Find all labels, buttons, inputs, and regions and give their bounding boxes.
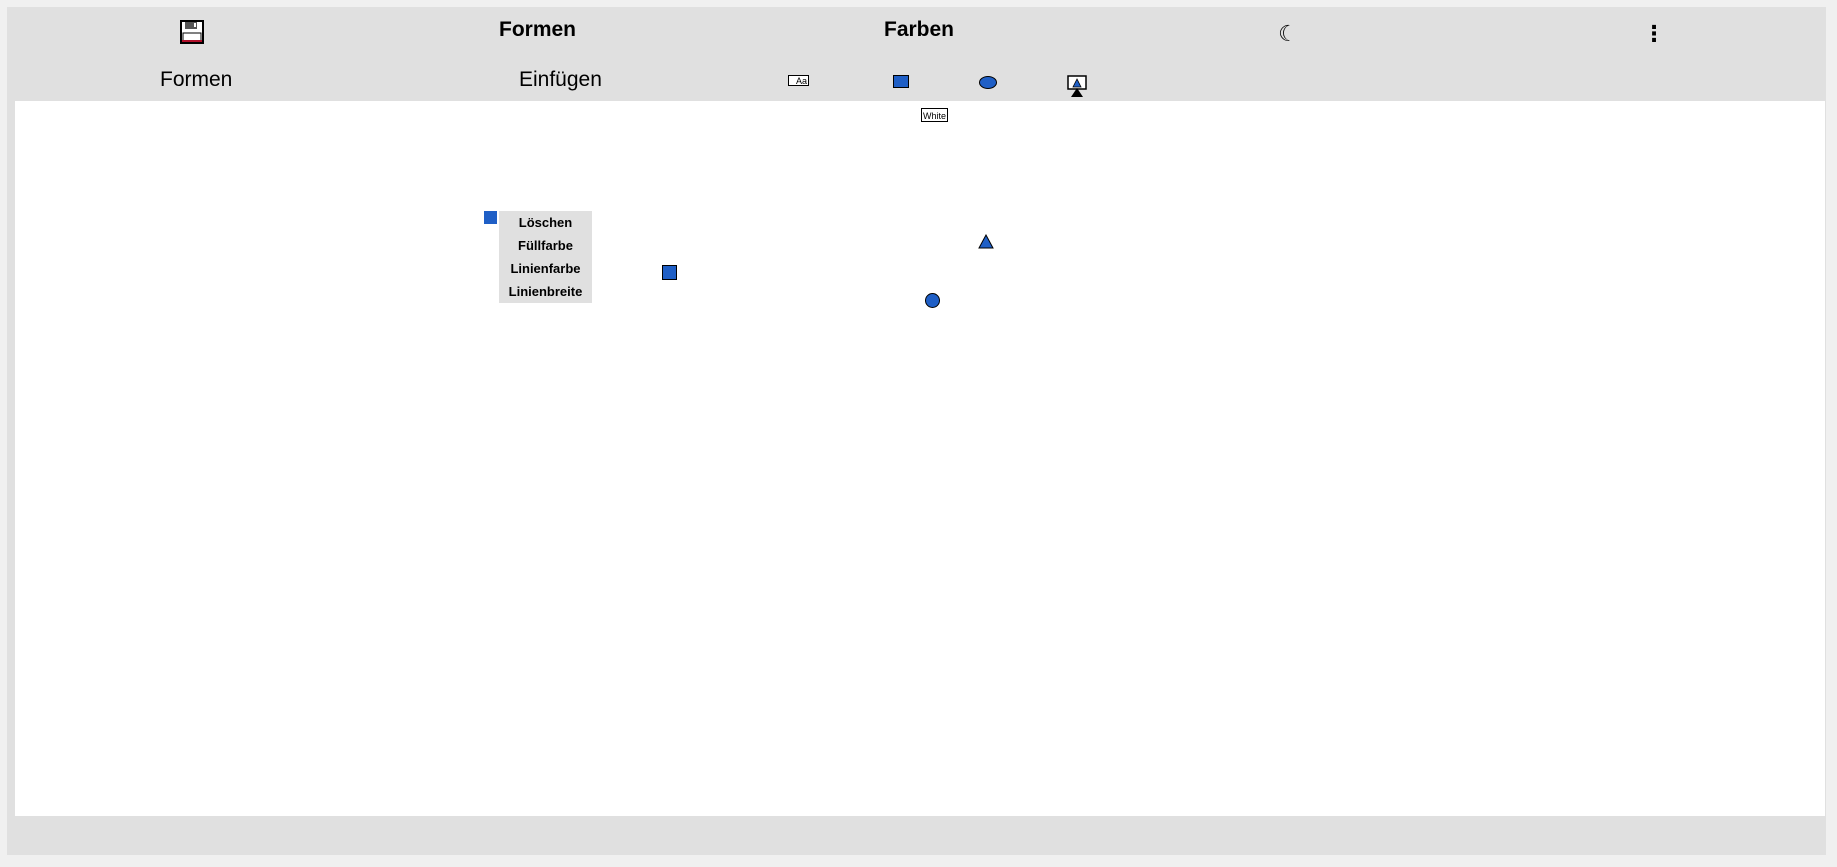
shapes-tab[interactable]: Formen	[160, 65, 232, 95]
canvas-circle-shape[interactable]	[925, 293, 940, 308]
more-vertical-icon: ⋮	[1643, 21, 1665, 46]
color-tag: White	[921, 108, 948, 122]
app-window: Formen Farben ☾ ⋮ Formen Einfügen Aa Whi…	[7, 7, 1826, 855]
context-menu-line-color[interactable]: Linienfarbe	[499, 257, 592, 280]
floppy-disk-icon	[180, 20, 204, 44]
image-tool-icon[interactable]	[1067, 75, 1087, 97]
save-button[interactable]	[177, 17, 207, 47]
toolbar: Formen Einfügen Aa	[7, 57, 1826, 102]
context-menu-fill-color[interactable]: Füllfarbe	[499, 234, 592, 257]
menubar: Formen Farben ☾ ⋮	[7, 7, 1826, 54]
insert-tab[interactable]: Einfügen	[519, 65, 602, 95]
theme-toggle-button[interactable]: ☾	[1273, 19, 1303, 49]
ellipse-tool-icon[interactable]	[979, 76, 997, 89]
selected-shape-handle[interactable]	[484, 211, 497, 224]
status-bar	[7, 816, 1826, 855]
menu-colors[interactable]: Farben	[884, 15, 954, 45]
canvas-triangle-shape[interactable]	[978, 233, 994, 249]
context-menu-line-width[interactable]: Linienbreite	[499, 280, 592, 303]
context-menu-delete[interactable]: Löschen	[499, 211, 592, 234]
context-menu: Löschen Füllfarbe Linienfarbe Linienbrei…	[499, 211, 592, 303]
menu-shapes[interactable]: Formen	[499, 15, 576, 45]
moon-icon: ☾	[1278, 21, 1298, 46]
more-options-button[interactable]: ⋮	[1639, 19, 1669, 49]
drawing-canvas[interactable]: White Löschen Füllfarbe Linienfarbe Lini…	[15, 101, 1825, 816]
rectangle-tool-icon[interactable]	[893, 75, 909, 88]
text-tool-icon[interactable]: Aa	[788, 75, 809, 86]
canvas-square-shape[interactable]	[662, 265, 677, 280]
